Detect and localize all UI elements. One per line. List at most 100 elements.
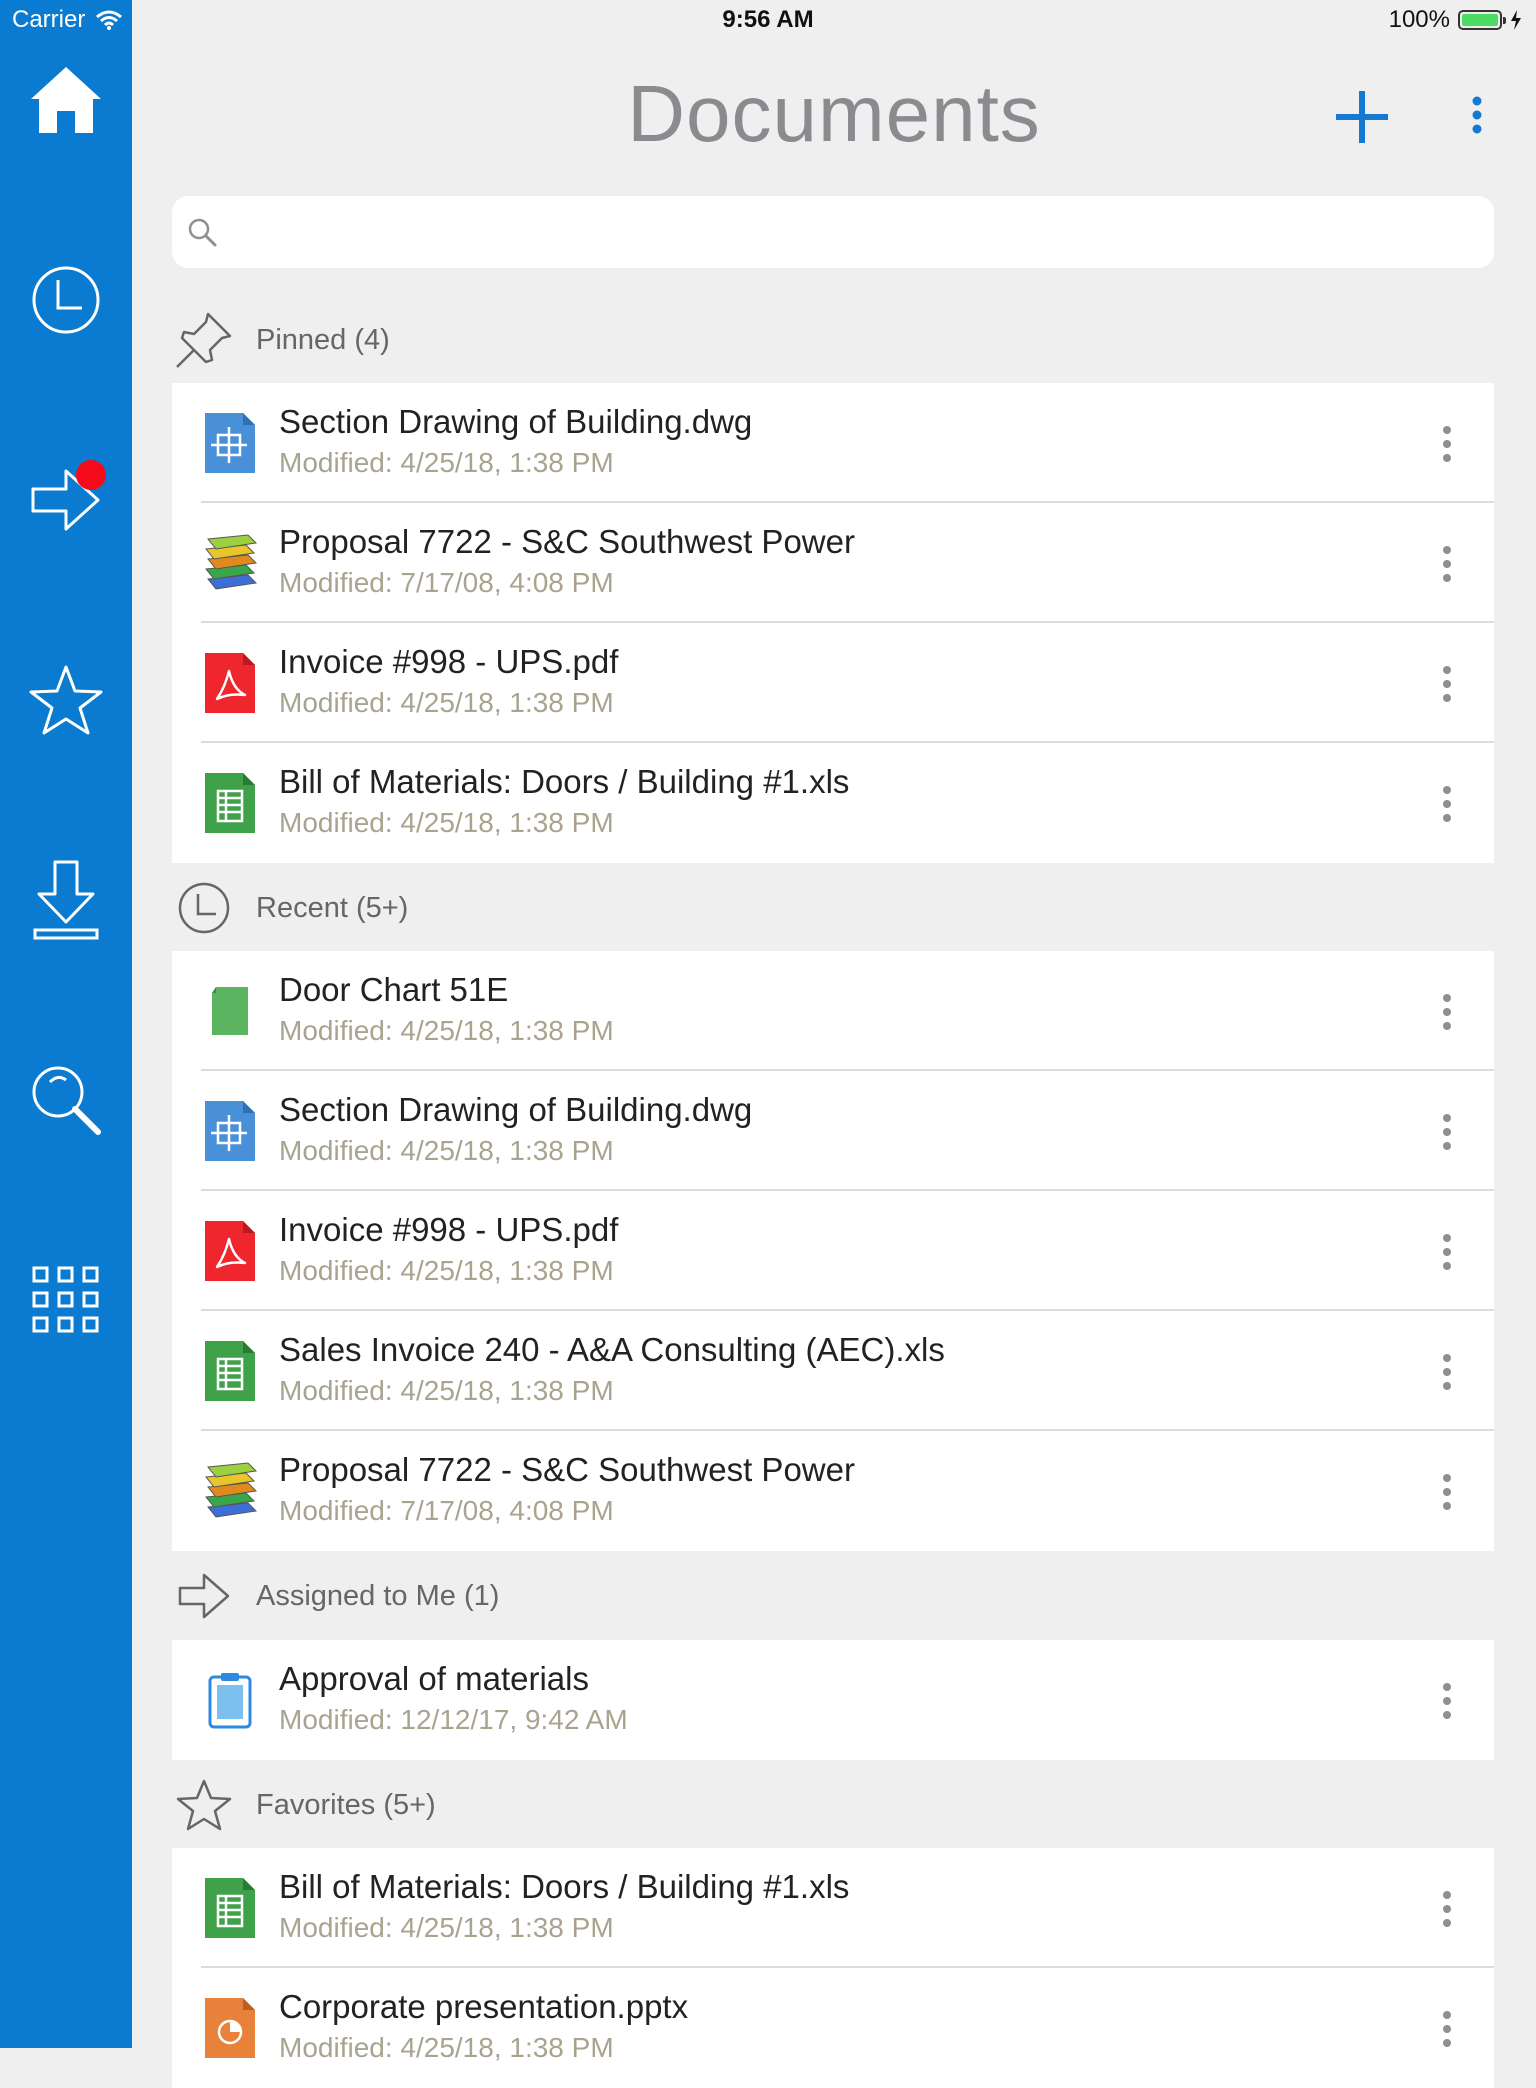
modified-date: Modified: 4/25/18, 1:38 PM [279,1255,614,1286]
star-icon [176,1779,232,1831]
modified-date: Modified: 7/17/08, 4:08 PM [279,567,614,598]
list-item[interactable]: Sales Invoice 240 - A&A Consulting (AEC)… [172,1311,1494,1431]
item-more-button[interactable] [1432,1676,1462,1726]
item-more-button[interactable] [1432,779,1462,829]
sidebar-item-apps[interactable] [0,1240,132,1360]
charging-bolt-icon [1511,10,1521,30]
pptx-file-icon [202,1996,258,2060]
battery-icon [1458,10,1506,30]
xls-file-icon [202,1339,258,1403]
clock-icon [178,882,230,934]
section-label: Pinned (4) [256,323,390,356]
vertical-dots-icon [1472,96,1482,134]
modified-date: Modified: 4/25/18, 1:38 PM [279,1912,614,1943]
home-icon [31,67,101,133]
list-item[interactable]: Invoice #998 - UPS.pdf Modified: 4/25/18… [172,1191,1494,1311]
document-name: Section Drawing of Building.dwg [279,1091,753,1128]
item-more-button[interactable] [1432,1107,1462,1157]
green-file-icon [202,979,258,1043]
vertical-dots-icon [1443,666,1451,702]
document-name: Invoice #998 - UPS.pdf [279,643,619,680]
item-more-button[interactable] [1432,1347,1462,1397]
list-item[interactable]: Approval of materials Modified: 12/12/17… [172,1640,1494,1760]
list-item[interactable]: Bill of Materials: Doors / Building #1.x… [172,1848,1494,1968]
document-name: Proposal 7722 - S&C Southwest Power [279,1451,855,1488]
star-icon [29,665,103,735]
dwg-file-icon [202,411,258,475]
sidebar-item-home[interactable] [0,40,132,160]
vertical-dots-icon [1443,426,1451,462]
sidebar [0,0,132,2048]
item-more-button[interactable] [1432,2004,1462,2054]
vertical-dots-icon [1443,1891,1451,1927]
document-name: Corporate presentation.pptx [279,1988,689,2025]
item-more-button[interactable] [1432,1227,1462,1277]
xls-file-icon [202,771,258,835]
vertical-dots-icon [1443,546,1451,582]
pin-icon [176,312,232,368]
item-more-button[interactable] [1432,539,1462,589]
sidebar-item-assigned[interactable] [0,440,132,560]
document-name: Bill of Materials: Doors / Building #1.x… [279,1868,850,1905]
sidebar-item-recent[interactable] [0,240,132,360]
item-more-button[interactable] [1432,419,1462,469]
list-item[interactable]: Corporate presentation.pptx Modified: 4/… [172,1968,1494,2088]
section-label: Recent (5+) [256,891,409,924]
recent-list: Door Chart 51E Modified: 4/25/18, 1:38 P… [172,951,1494,1551]
item-more-button[interactable] [1432,987,1462,1037]
vertical-dots-icon [1443,2011,1451,2047]
item-more-button[interactable] [1432,1884,1462,1934]
document-name: Invoice #998 - UPS.pdf [279,1211,619,1248]
list-item[interactable]: Door Chart 51E Modified: 4/25/18, 1:38 P… [172,951,1494,1071]
item-more-button[interactable] [1432,659,1462,709]
document-name: Proposal 7722 - S&C Southwest Power [279,523,855,560]
sidebar-item-favorites[interactable] [0,640,132,760]
list-item[interactable]: Proposal 7722 - S&C Southwest Power Modi… [172,503,1494,623]
battery-indicator: 100% [1389,6,1522,34]
search-input[interactable] [230,215,1494,249]
vertical-dots-icon [1443,1234,1451,1270]
document-name: Section Drawing of Building.dwg [279,403,753,440]
pdf-file-icon [202,651,258,715]
vertical-dots-icon [1443,1683,1451,1719]
arrow-right-icon [178,1573,230,1619]
search-bar[interactable] [172,196,1494,268]
list-item[interactable]: Bill of Materials: Doors / Building #1.x… [172,743,1494,863]
vertical-dots-icon [1443,1354,1451,1390]
list-item[interactable]: Section Drawing of Building.dwg Modified… [172,383,1494,503]
section-header-favorites: Favorites (5+) [172,1765,1494,1845]
binder-stack-icon [202,1459,258,1523]
modified-date: Modified: 4/25/18, 1:38 PM [279,807,614,838]
list-item[interactable]: Proposal 7722 - S&C Southwest Power Modi… [172,1431,1494,1551]
document-name: Door Chart 51E [279,971,509,1008]
document-name: Bill of Materials: Doors / Building #1.x… [279,763,850,800]
list-item[interactable]: Invoice #998 - UPS.pdf Modified: 4/25/18… [172,623,1494,743]
modified-date: Modified: 4/25/18, 1:38 PM [279,1375,614,1406]
sidebar-item-downloads[interactable] [0,840,132,960]
pinned-list: Section Drawing of Building.dwg Modified… [172,383,1494,863]
vertical-dots-icon [1443,994,1451,1030]
vertical-dots-icon [1443,1114,1451,1150]
modified-date: Modified: 7/17/08, 4:08 PM [279,1495,614,1526]
clock-icon [32,266,100,334]
item-more-button[interactable] [1432,1467,1462,1517]
document-name: Approval of materials [279,1660,589,1697]
clipboard-icon [202,1668,258,1732]
modified-date: Modified: 4/25/18, 1:38 PM [279,1015,614,1046]
clock: 9:56 AM [722,6,814,33]
xls-file-icon [202,1876,258,1940]
notification-badge [76,460,106,490]
modified-date: Modified: 4/25/18, 1:38 PM [279,447,614,478]
list-item[interactable]: Section Drawing of Building.dwg Modified… [172,1071,1494,1191]
section-label: Favorites (5+) [256,1788,436,1821]
document-name: Sales Invoice 240 - A&A Consulting (AEC)… [279,1331,945,1368]
more-options-button[interactable] [1462,90,1492,140]
page-title: Documents [627,69,1041,158]
status-bar: Carrier 9:56 AM 100% [0,0,1536,40]
dwg-file-icon [202,1099,258,1163]
main-content: Documents Pinned (4) Section Drawing of … [132,0,1536,2088]
assigned-list: Approval of materials Modified: 12/12/17… [172,1640,1494,1760]
plus-icon [1336,91,1388,143]
add-button[interactable] [1327,82,1397,152]
sidebar-item-search[interactable] [0,1040,132,1160]
